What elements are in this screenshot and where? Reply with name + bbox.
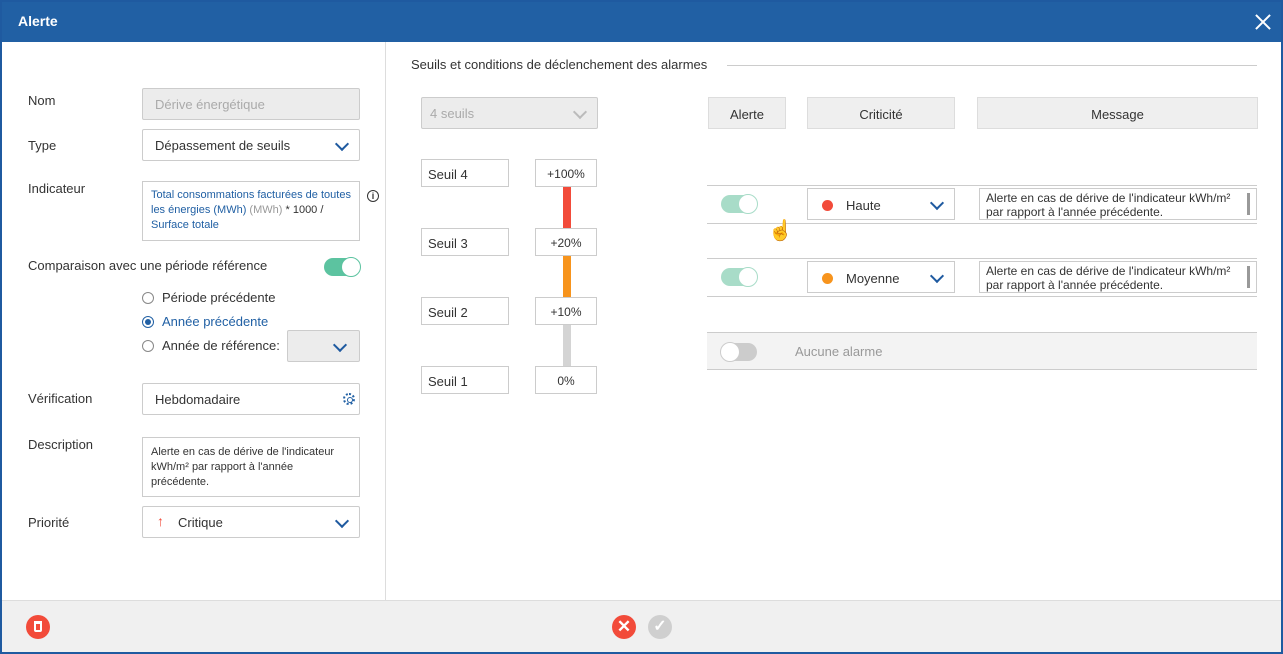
criticite-haute-select[interactable]: Haute [807,188,955,220]
radio-label-annee-precedente: Année précédente [162,314,269,329]
section-divider [727,65,1257,66]
chevron-down-icon [929,268,945,284]
red-dot-icon [822,200,833,211]
verification-field[interactable]: Hebdomadaire [142,383,360,415]
form-panel: Nom Dérive énergétique Type Dépassement … [2,42,386,600]
seuil-4-label: Seuil 4 [421,159,509,187]
toggle-knob [341,257,361,277]
chevron-down-icon [929,195,945,211]
radio-periode-precedente[interactable] [142,292,154,304]
seuil-1-value[interactable]: 0% [535,366,597,394]
radio-label-periode: Période précédente [162,290,276,305]
toggle-knob [738,267,758,287]
seuil-3-value[interactable]: +20% [535,228,597,256]
trash-icon [34,621,42,632]
indicateur-field[interactable]: Total consommations facturées de toutes … [142,181,360,241]
priorite-label: Priorité [28,515,70,530]
indicateur-label: Indicateur [28,181,86,196]
check-icon: ✓ [653,618,667,635]
cancel-button[interactable]: ✕ [612,615,636,639]
chevron-down-icon [334,513,350,529]
seuils-count-value: 4 seuils [430,106,475,121]
no-alarm-row: Aucune alarme [707,332,1257,370]
radio-label-annee-reference: Année de référence: [162,338,280,353]
scrollbar[interactable] [1247,193,1250,215]
nom-field: Dérive énergétique [142,88,360,120]
close-icon[interactable] [1253,12,1273,32]
alarm-moyenne-toggle[interactable] [721,267,758,287]
radio-annee-precedente[interactable] [142,316,154,328]
orange-dot-icon [822,273,833,284]
indicateur-unit: (MWh) [249,204,283,216]
seuils-count-select[interactable]: 4 seuils [421,97,598,129]
type-value: Dépassement de seuils [155,138,291,153]
seuil-4-value[interactable]: +100% [535,159,597,187]
seuil-1-label: Seuil 1 [421,366,509,394]
annee-reference-select[interactable] [287,330,360,362]
header-alerte: Alerte [708,97,786,129]
scrollbar[interactable] [1247,266,1250,288]
seuil-2-value[interactable]: +10% [535,297,597,325]
seuil-3-label: Seuil 3 [421,228,509,256]
dialog-footer: ✕ ✓ [2,600,1281,652]
info-icon[interactable]: i [367,190,379,202]
verification-label: Vérification [28,391,93,406]
no-alarm-label: Aucune alarme [795,344,883,359]
chevron-down-icon [332,337,348,353]
description-label: Description [28,437,94,452]
thresholds-panel: Seuils et conditions de déclenchement de… [387,42,1281,600]
indicateur-link-2[interactable]: Surface totale [151,219,219,231]
message-haute-text: Alerte en cas de dérive de l'indicateur … [986,191,1231,219]
row-divider [707,185,1257,186]
message-moyenne-text: Alerte en cas de dérive de l'indicateur … [986,264,1231,292]
row-divider [707,296,1257,297]
message-moyenne-field[interactable]: Alerte en cas de dérive de l'indicateur … [979,261,1257,293]
confirm-button[interactable]: ✓ [648,615,672,639]
header-criticite: Criticité [807,97,955,129]
chevron-down-icon [572,104,588,120]
description-field[interactable]: Alerte en cas de dérive de l'indicateur … [142,437,360,497]
delete-button[interactable] [26,615,50,639]
dialog-title: Alerte [18,13,58,29]
indicateur-num: 1000 [292,204,318,216]
seuil-2-label: Seuil 2 [421,297,509,325]
chevron-down-icon [334,136,350,152]
alert-dialog: Alerte Nom Dérive énergétique Type Dépas… [0,0,1283,654]
nom-label: Nom [28,93,56,108]
threshold-bar-high [563,187,571,228]
criticite-haute-value: Haute [846,198,881,213]
priorite-value: Critique [178,515,223,530]
message-haute-field[interactable]: Alerte en cas de dérive de l'indicateur … [979,188,1257,220]
criticite-moyenne-select[interactable]: Moyenne [807,261,955,293]
hand-cursor-icon: ☝ [768,220,793,242]
arrow-up-icon: ↑ [157,513,164,529]
indicateur-op1: * [285,204,290,216]
close-icon: ✕ [616,617,632,636]
gear-icon[interactable] [343,393,355,405]
no-alarm-toggle[interactable] [720,342,757,362]
criticite-moyenne-value: Moyenne [846,271,900,286]
row-divider [707,258,1257,259]
header-message: Message [977,97,1258,129]
radio-annee-reference[interactable] [142,340,154,352]
dialog-titlebar: Alerte [2,2,1281,42]
type-select[interactable]: Dépassement de seuils [142,129,360,161]
toggle-knob [738,194,758,214]
verification-value: Hebdomadaire [155,392,241,407]
threshold-bar-medium [563,256,571,297]
priorite-select[interactable]: ↑ Critique [142,506,360,538]
indicateur-op2: / [320,204,324,216]
type-label: Type [28,138,57,153]
nom-value: Dérive énergétique [155,97,265,112]
comparaison-toggle[interactable] [324,257,361,277]
threshold-bar-none [563,325,571,366]
section-title: Seuils et conditions de déclenchement de… [411,57,708,72]
alarm-haute-toggle[interactable] [721,194,758,214]
toggle-knob [720,342,740,362]
comparaison-label: Comparaison avec une période référence [28,258,268,273]
